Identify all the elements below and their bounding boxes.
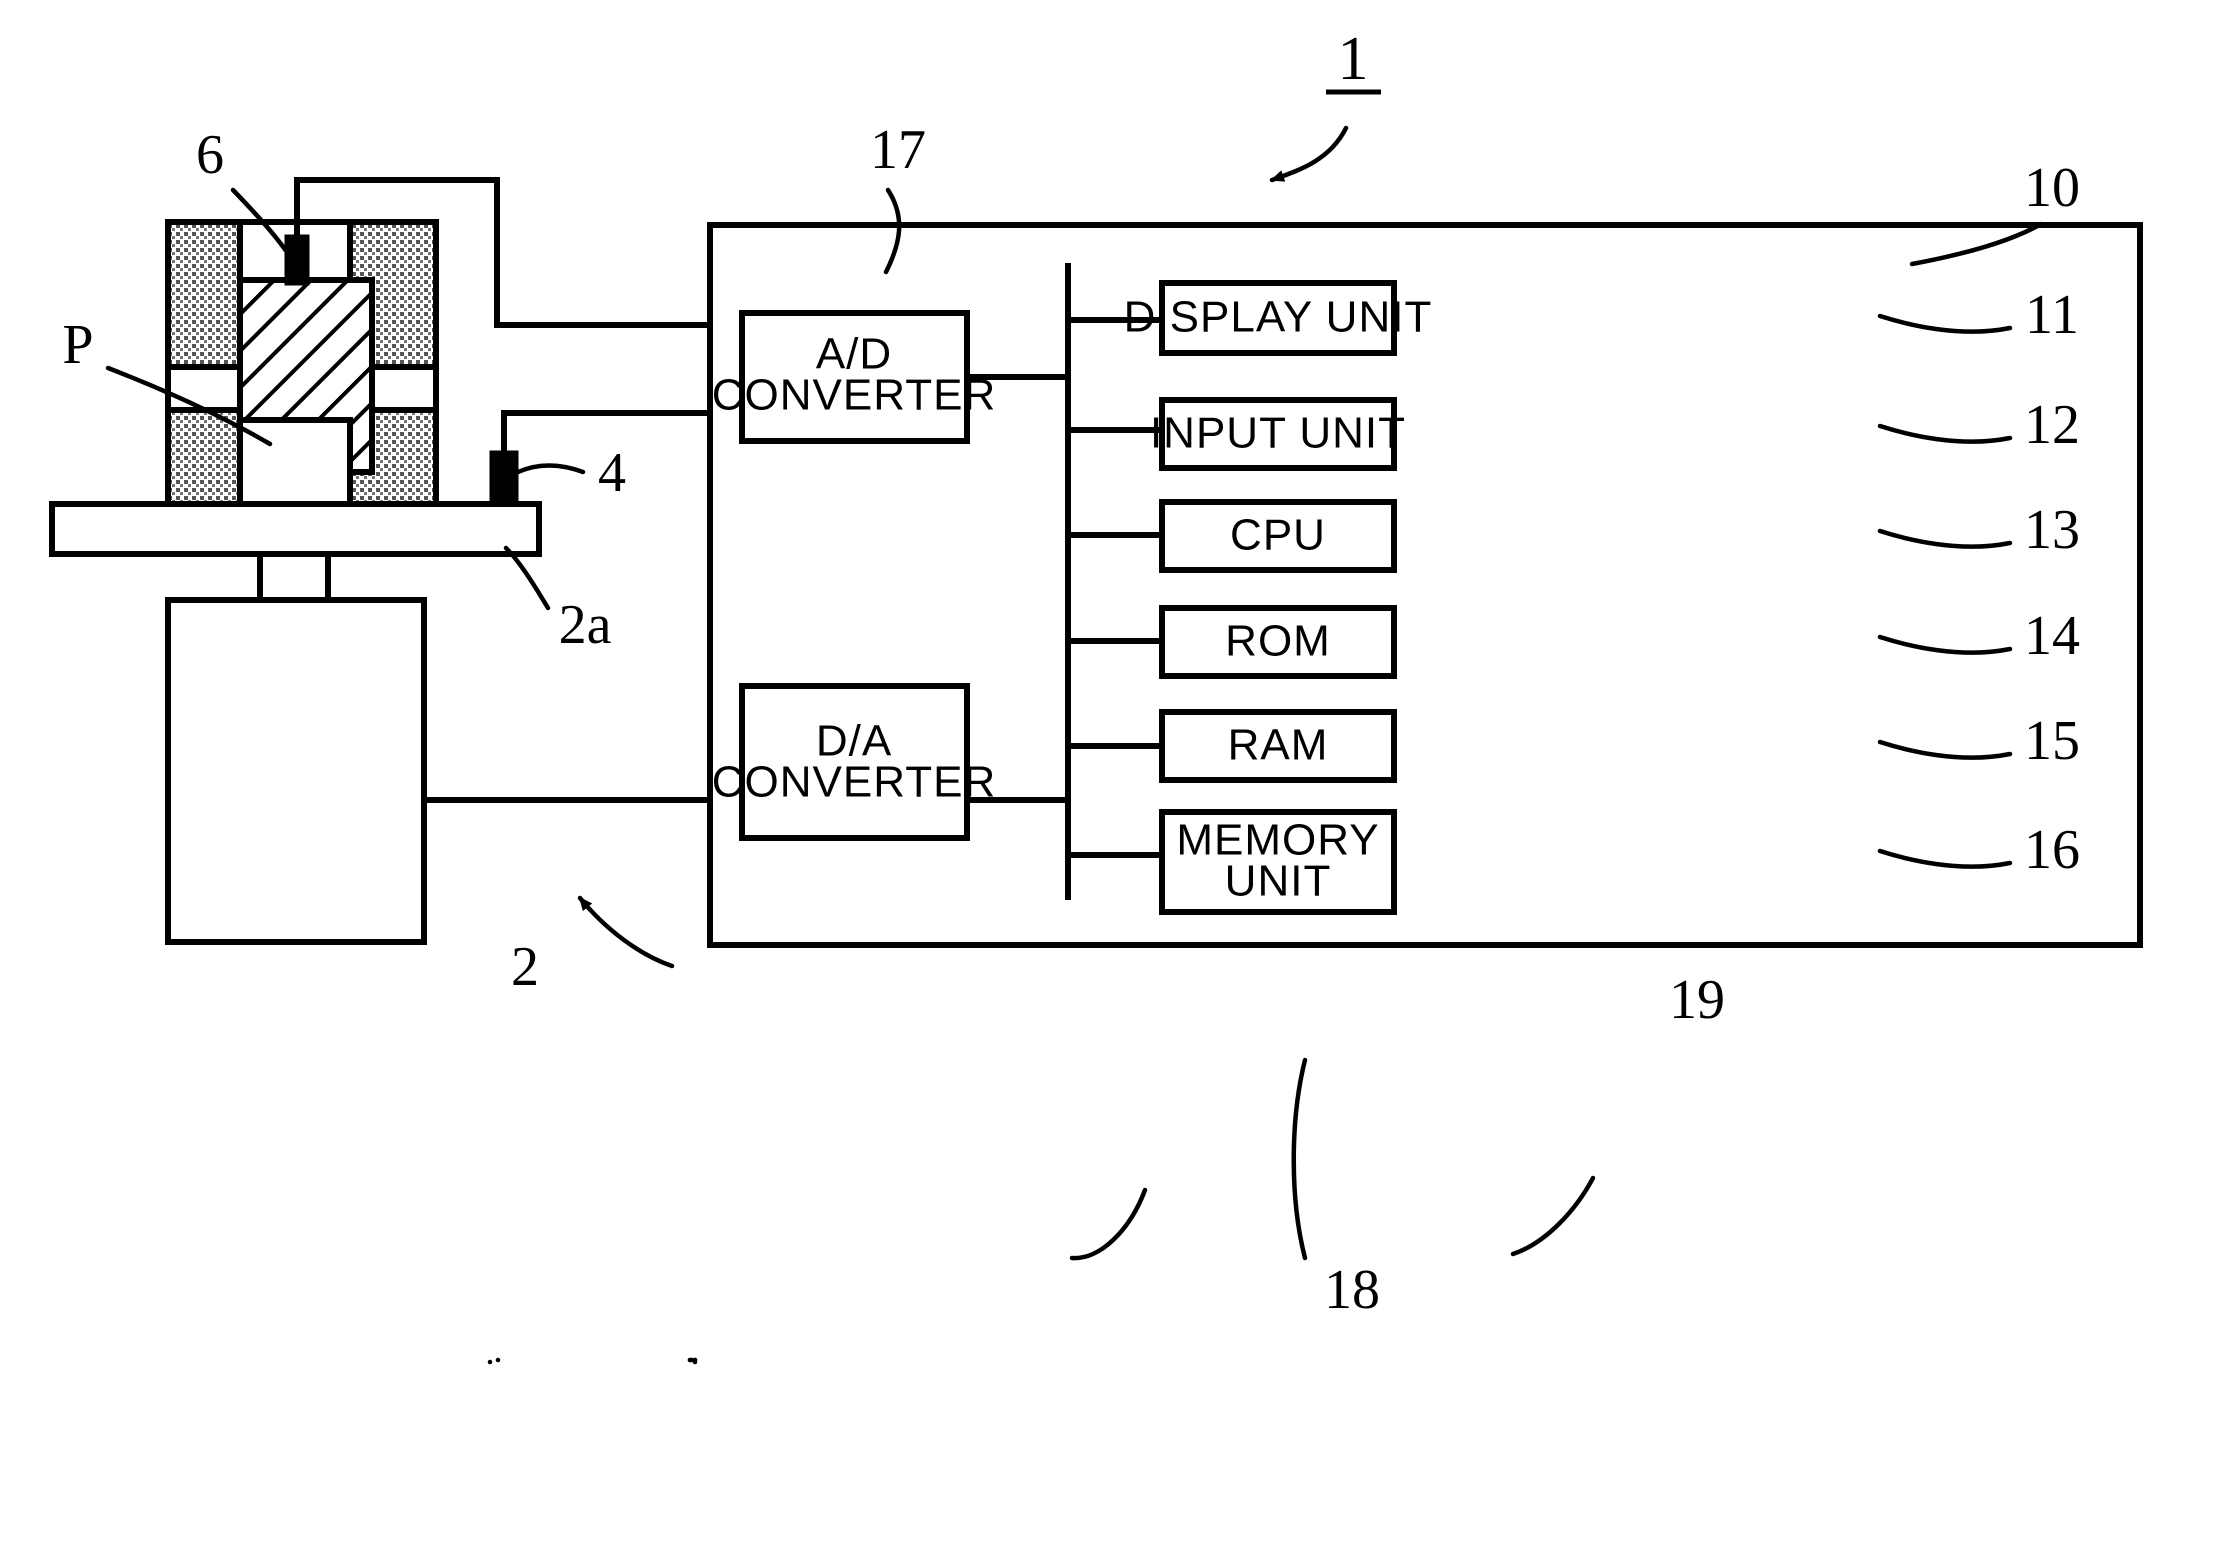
ref-label-P: P <box>62 314 93 376</box>
ref-label-19: 19 <box>1669 969 1725 1031</box>
patent-figure-canvas: A/D CONVERTER D/A CONVERTER DISPLAY UNIT… <box>0 0 2215 1546</box>
ref-label-13: 13 <box>2024 499 2080 561</box>
ref-label-16: 16 <box>2024 819 2080 881</box>
actuator-shaft <box>257 551 331 603</box>
ref-label-figure: 1 <box>1338 25 1369 93</box>
adc-label-line2: CONVERTER <box>712 371 996 420</box>
actuator-body <box>165 597 427 945</box>
ref-label-6: 6 <box>196 124 224 186</box>
ref-label-4: 4 <box>598 442 626 504</box>
ref-label-12: 12 <box>2024 394 2080 456</box>
ref-label-17: 17 <box>870 119 926 181</box>
ref-label-14: 14 <box>2024 605 2080 667</box>
table-platen <box>49 501 542 557</box>
ref-label-18: 18 <box>1324 1259 1380 1321</box>
cpu-label: CPU <box>1230 511 1326 560</box>
ref-label-2: 2 <box>511 936 539 998</box>
fixture-col-left-lower <box>165 407 243 515</box>
ref-label-10: 10 <box>2024 157 2080 219</box>
input-unit-label: INPUT UNIT <box>1150 409 1406 458</box>
ram-label: RAM <box>1228 721 1329 770</box>
ref-label-15: 15 <box>2024 710 2080 772</box>
ref-label-2a: 2a <box>559 594 612 656</box>
display-unit-label: DISPLAY UNIT <box>1124 293 1433 342</box>
memory-unit-label-line2: UNIT <box>1225 857 1332 906</box>
ref-label-11: 11 <box>2025 284 2079 346</box>
rom-label: ROM <box>1225 617 1331 666</box>
lower-sensor-element <box>489 450 519 506</box>
dac-label-line2: CONVERTER <box>712 758 996 807</box>
fixture-col-left-upper <box>165 219 243 370</box>
upper-sensor-element <box>284 234 310 286</box>
figure-drawing: A/D CONVERTER D/A CONVERTER DISPLAY UNIT… <box>0 0 2215 1546</box>
